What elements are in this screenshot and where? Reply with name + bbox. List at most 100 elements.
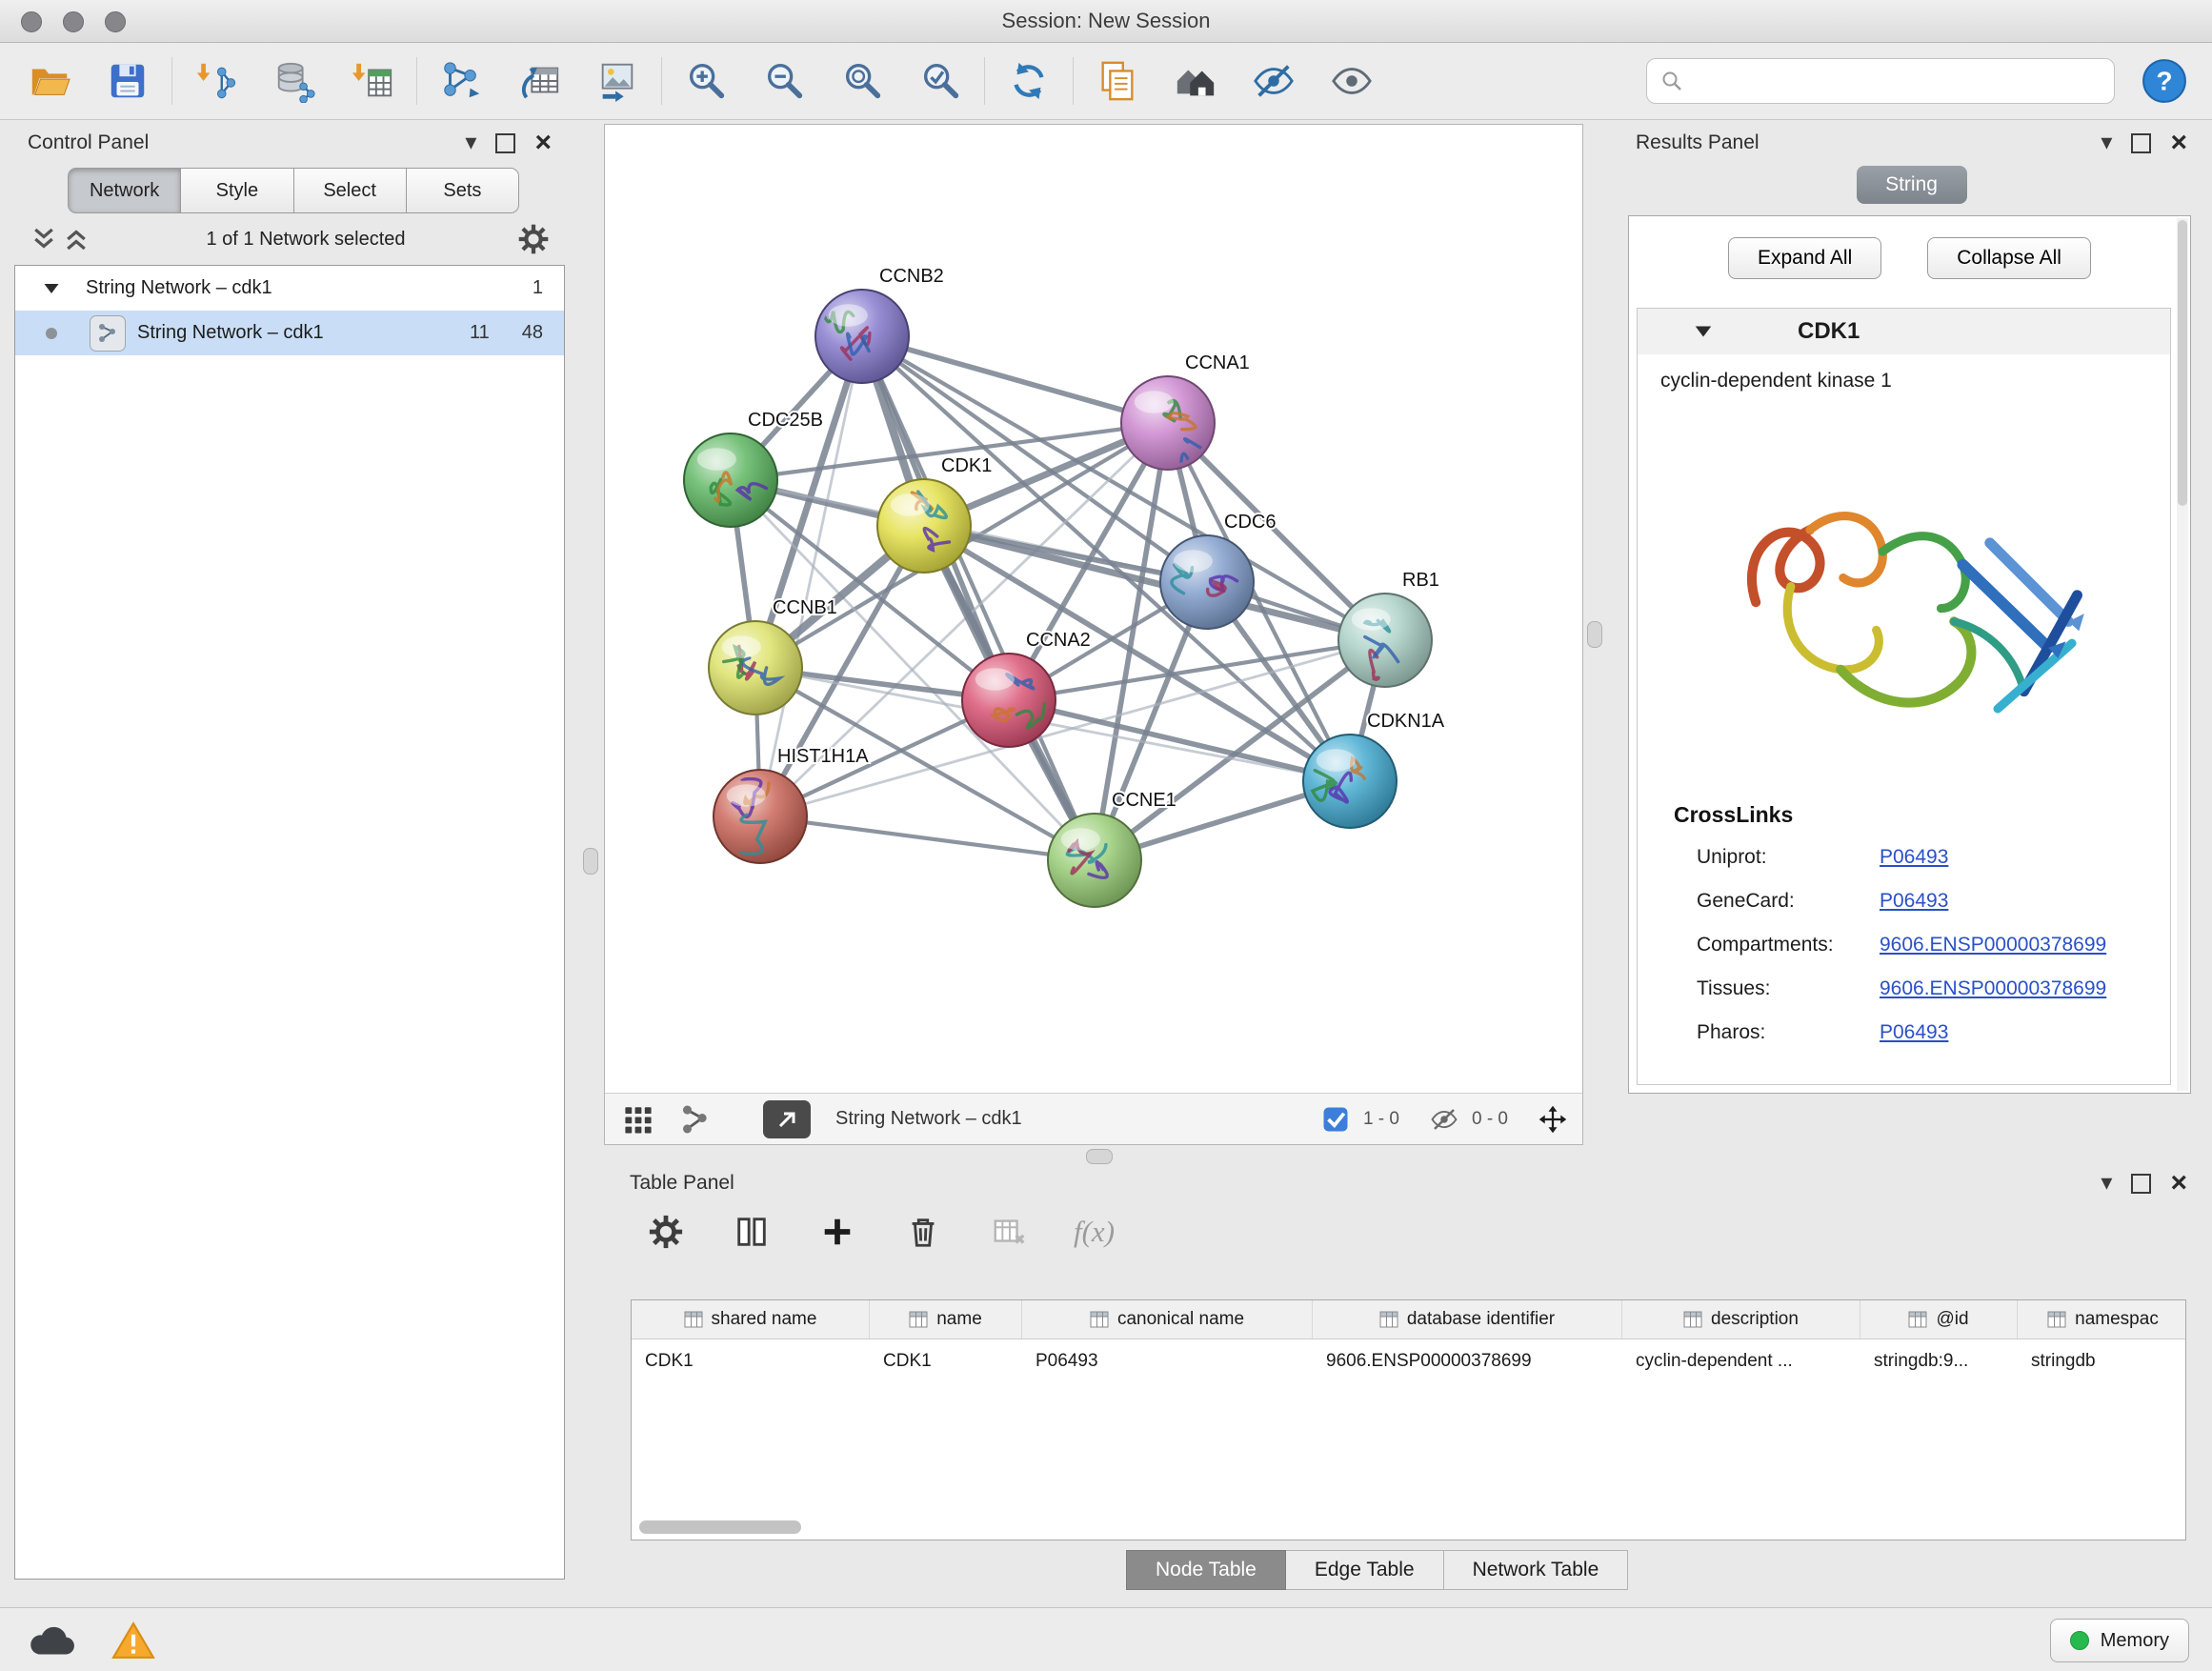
network-node-CDK1[interactable] bbox=[877, 479, 971, 573]
panel-minimize-icon[interactable]: ▾ bbox=[2101, 1172, 2112, 1195]
panel-float-icon[interactable] bbox=[2131, 1174, 2151, 1194]
panel-close-icon[interactable]: × bbox=[534, 129, 552, 157]
zoom-in-button[interactable] bbox=[679, 54, 733, 108]
delete-column-button[interactable] bbox=[902, 1211, 944, 1253]
collapse-all-button[interactable]: Collapse All bbox=[1927, 237, 2091, 279]
network-options-gear-icon[interactable] bbox=[517, 223, 550, 255]
panel-float-icon[interactable] bbox=[495, 133, 515, 153]
column-header-name[interactable]: name bbox=[870, 1300, 1022, 1339]
disclosure-triangle-icon[interactable] bbox=[42, 279, 61, 298]
panel-float-icon[interactable] bbox=[2131, 133, 2151, 153]
results-scrollbar[interactable] bbox=[2177, 218, 2188, 1091]
move-crosshair-icon[interactable] bbox=[1538, 1105, 1567, 1134]
open-session-button[interactable] bbox=[23, 54, 76, 108]
column-header-shared-name[interactable]: shared name bbox=[632, 1300, 870, 1339]
warning-icon[interactable] bbox=[111, 1621, 156, 1661]
tab-select[interactable]: Select bbox=[294, 168, 407, 213]
network-edge-CCNB2-HIST1H1A[interactable] bbox=[760, 336, 862, 816]
save-icon bbox=[106, 59, 150, 103]
column-header-description[interactable]: description bbox=[1622, 1300, 1860, 1339]
expand-all-icon[interactable] bbox=[62, 225, 90, 253]
minimize-window-button[interactable] bbox=[63, 11, 84, 32]
import-network-database-button[interactable] bbox=[268, 54, 321, 108]
network-node-RB1[interactable] bbox=[1338, 594, 1432, 687]
maximize-window-button[interactable] bbox=[105, 11, 126, 32]
table-row[interactable]: CDK1CDK1P064939606.ENSP00000378699cyclin… bbox=[632, 1339, 2185, 1383]
crosslink-link[interactable]: 9606.ENSP00000378699 bbox=[1880, 934, 2106, 956]
tab-network-table[interactable]: Network Table bbox=[1444, 1550, 1629, 1590]
column-header-database-identifier[interactable]: database identifier bbox=[1313, 1300, 1622, 1339]
create-column-button[interactable] bbox=[816, 1211, 858, 1253]
network-share-icon[interactable] bbox=[677, 1101, 714, 1137]
hide-unhide-button[interactable] bbox=[1247, 54, 1300, 108]
hidden-eye-slash-icon[interactable] bbox=[1430, 1105, 1458, 1134]
crosslink-link[interactable]: P06493 bbox=[1880, 846, 1948, 869]
tab-node-table[interactable]: Node Table bbox=[1126, 1550, 1286, 1590]
import-table-button[interactable] bbox=[346, 54, 399, 108]
zoom-fit-button[interactable] bbox=[835, 54, 889, 108]
export-network-button[interactable] bbox=[434, 54, 488, 108]
export-image-button[interactable] bbox=[591, 54, 644, 108]
gene-header[interactable]: CDK1 bbox=[1638, 309, 2170, 354]
zoom-out-button[interactable] bbox=[757, 54, 811, 108]
refresh-button[interactable] bbox=[1002, 54, 1056, 108]
search-input[interactable] bbox=[1693, 61, 2114, 101]
help-button[interactable]: ? bbox=[2140, 56, 2189, 106]
memory-button[interactable]: Memory bbox=[2050, 1619, 2189, 1662]
table-horizontal-scrollbar[interactable] bbox=[639, 1520, 868, 1534]
open-in-new-window-button[interactable] bbox=[763, 1100, 811, 1138]
delete-table-button[interactable] bbox=[988, 1211, 1030, 1253]
panel-close-icon[interactable]: × bbox=[2170, 129, 2187, 157]
import-network-file-button[interactable] bbox=[190, 54, 243, 108]
node-label-CDKN1A: CDKN1A bbox=[1367, 711, 1445, 732]
zoom-selected-button[interactable] bbox=[914, 54, 967, 108]
table-cell: CDK1 bbox=[870, 1351, 1022, 1372]
column-header--id[interactable]: @id bbox=[1860, 1300, 2018, 1339]
crosslink-row: Tissues:9606.ENSP00000378699 bbox=[1638, 967, 2170, 1011]
tab-edge-table[interactable]: Edge Table bbox=[1286, 1550, 1444, 1590]
expand-all-button[interactable]: Expand All bbox=[1728, 237, 1881, 279]
close-window-button[interactable] bbox=[21, 11, 42, 32]
birdseye-view-icon[interactable] bbox=[620, 1101, 656, 1137]
show-all-button[interactable] bbox=[1325, 54, 1378, 108]
crosslink-row: Pharos:P06493 bbox=[1638, 1011, 2170, 1055]
toolbar-separator bbox=[661, 57, 662, 105]
network-node-CDC6[interactable] bbox=[1160, 535, 1254, 629]
tab-style[interactable]: Style bbox=[181, 168, 293, 213]
toolbar-separator bbox=[171, 57, 172, 105]
column-header-namespac[interactable]: namespac bbox=[2018, 1300, 2186, 1339]
tab-network[interactable]: Network bbox=[68, 168, 181, 213]
network-canvas[interactable]: CCNB2CCNA1CDC25BCDK1CDC6RB1CCNB1CCNA2CDK… bbox=[605, 125, 1582, 1093]
network-row[interactable]: String Network – cdk1 11 48 bbox=[15, 311, 564, 355]
cloud-icon[interactable] bbox=[25, 1621, 78, 1660]
collapse-all-icon[interactable] bbox=[30, 225, 58, 253]
results-tab-string[interactable]: String bbox=[1857, 166, 1967, 204]
crosslink-link[interactable]: 9606.ENSP00000378699 bbox=[1880, 977, 2106, 1000]
show-columns-button[interactable] bbox=[731, 1211, 773, 1253]
network-edge-CCNB2-CCNE1[interactable] bbox=[862, 336, 1095, 860]
crosslink-link[interactable]: P06493 bbox=[1880, 890, 1948, 913]
disclosure-triangle-icon[interactable] bbox=[1693, 321, 1714, 342]
splitter-handle[interactable] bbox=[1587, 621, 1602, 648]
panel-close-icon[interactable]: × bbox=[2170, 1169, 2187, 1198]
column-header-canonical-name[interactable]: canonical name bbox=[1022, 1300, 1313, 1339]
network-edge-HIST1H1A-CCNE1[interactable] bbox=[760, 816, 1095, 860]
network-node-CCNA2[interactable] bbox=[962, 654, 1056, 747]
table-settings-button[interactable] bbox=[645, 1211, 687, 1253]
network-node-CCNB1[interactable] bbox=[709, 621, 802, 715]
home-button[interactable] bbox=[1169, 54, 1222, 108]
panel-minimize-icon[interactable]: ▾ bbox=[465, 131, 476, 154]
window-title: Session: New Session bbox=[1002, 9, 1211, 33]
crosslink-link[interactable]: P06493 bbox=[1880, 1021, 1948, 1044]
panel-minimize-icon[interactable]: ▾ bbox=[2101, 131, 2112, 154]
export-table-button[interactable] bbox=[513, 54, 566, 108]
selected-checkbox-icon[interactable] bbox=[1321, 1105, 1350, 1134]
network-collection-row[interactable]: String Network – cdk1 1 bbox=[15, 266, 564, 311]
splitter-handle[interactable] bbox=[1086, 1149, 1113, 1164]
network-node-CCNA1[interactable] bbox=[1121, 376, 1215, 470]
splitter-handle[interactable] bbox=[583, 848, 598, 875]
copy-document-button[interactable] bbox=[1091, 54, 1144, 108]
save-session-button[interactable] bbox=[101, 54, 154, 108]
function-builder-button[interactable]: f(x) bbox=[1074, 1215, 1115, 1249]
tab-sets[interactable]: Sets bbox=[407, 168, 519, 213]
